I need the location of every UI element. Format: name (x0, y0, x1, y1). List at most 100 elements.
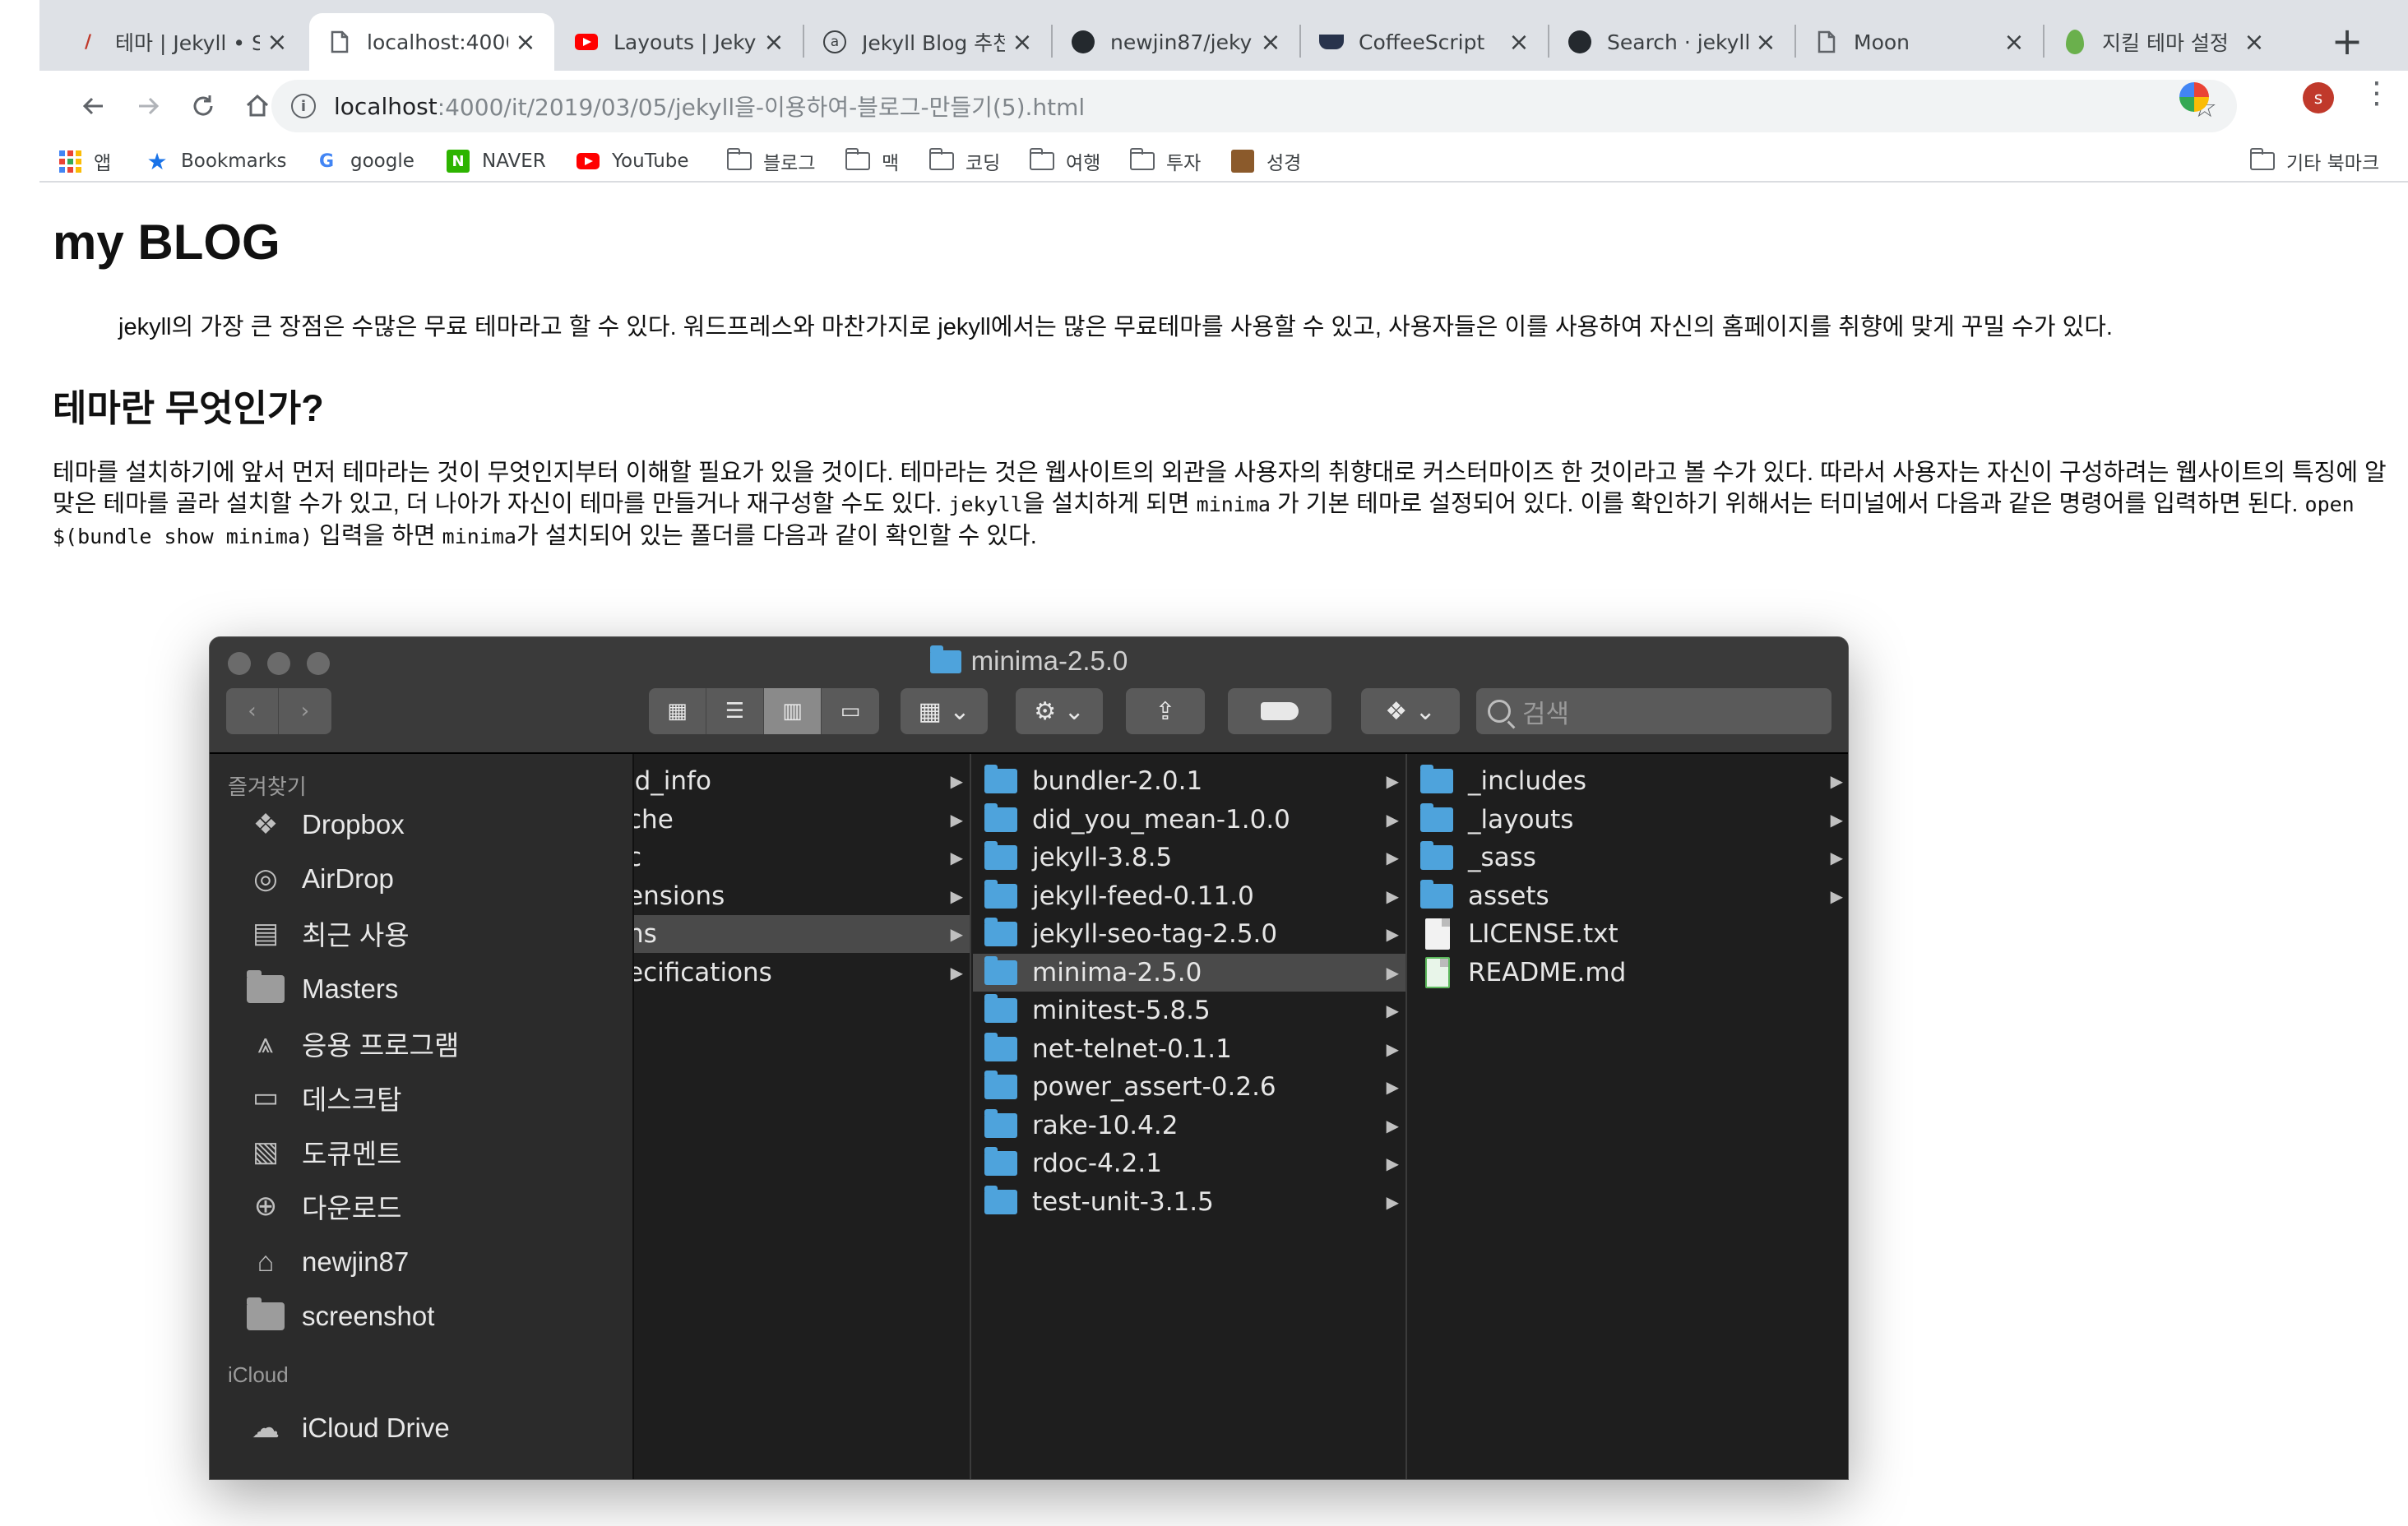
finder-row-label: power_assert-0.2.6 (1032, 1072, 1276, 1102)
finder-row-label: test-unit-3.1.5 (1032, 1186, 1214, 1217)
inline-code-minima-2: minima (442, 525, 516, 548)
youtube-icon (574, 30, 599, 54)
column-view-icon: ▥ (764, 688, 822, 734)
bookmark-folder-invest[interactable]: 투자 (1129, 146, 1201, 176)
folder-icon (845, 148, 870, 173)
close-icon[interactable]: × (1755, 28, 1776, 57)
back-button[interactable] (69, 82, 117, 130)
folder-icon (984, 1185, 1017, 1214)
documents-icon: ▧ (252, 1136, 280, 1168)
disclosure-arrow-icon: ▶ (1386, 886, 1399, 906)
a-circle-icon: a (822, 30, 847, 54)
tab-jekyll-themes[interactable]: / 테마 | Jekyll • S × (58, 13, 306, 71)
tab-title: Moon (1854, 30, 1910, 54)
bookmark-label: google (350, 150, 414, 172)
bookmark-folder-blog[interactable]: 블로그 (726, 146, 815, 176)
new-tab-button[interactable]: + (2324, 18, 2370, 64)
icon-view-icon: ▦ (649, 688, 706, 734)
bookmark-label: 성경 (1267, 153, 1302, 174)
disclosure-arrow-icon: ▶ (1386, 924, 1399, 944)
dropbox-icon: ❖ (252, 809, 279, 840)
bookmark-folder-travel[interactable]: 여행 (1029, 146, 1100, 176)
share-icon: ⇪ (1126, 688, 1205, 734)
sidebar-item-label: 도큐멘트 (302, 1139, 402, 1169)
tab-github-repo[interactable]: newjin87/jekyll × (1053, 13, 1299, 71)
github-icon (1071, 30, 1095, 54)
view-mode-buttons: ▦ ☰ ▥ ▭ (649, 688, 879, 734)
finder-row: rdoc-4.2.1 ▶ (973, 1144, 1405, 1182)
folder-icon (984, 802, 1017, 832)
disclosure-arrow-icon: ▶ (1386, 1154, 1399, 1173)
disclosure-arrow-icon: ▶ (1830, 809, 1843, 830)
bookmark-youtube[interactable]: YouTube (576, 146, 689, 176)
tab-title: CoffeeScript (1359, 30, 1485, 54)
folder-icon (984, 1032, 1017, 1061)
close-icon[interactable]: × (1260, 28, 1281, 57)
body-paragraph: 테마를 설치하기에 앞서 먼저 테마라는 것이 무엇인지부터 이해할 필요가 있… (53, 457, 2396, 553)
address-bar[interactable]: i localhost:4000/it/2019/03/05/jekyll을-이… (271, 80, 2237, 132)
tab-localhost[interactable]: localhost:4000 × (309, 13, 554, 71)
folder-icon (984, 1147, 1017, 1176)
page-icon (327, 30, 352, 54)
finder-row-label: minitest-5.8.5 (1032, 996, 1211, 1025)
finder-row: minima-2.5.0 ▶ (973, 953, 1405, 992)
icloud-heading: iCloud (228, 1362, 289, 1387)
forward-button[interactable] (125, 82, 173, 130)
finder-row: _sass ▶ (1409, 839, 1848, 876)
profile-avatar[interactable]: s (2303, 82, 2334, 113)
bookmark-bible[interactable]: 성경 (1230, 146, 1301, 176)
tab-jekyll-theme-setup[interactable]: 지킬 테마 설정 방 × (2044, 13, 2283, 71)
tab-moon[interactable]: Moon × (1796, 13, 2043, 71)
close-icon[interactable]: × (1508, 28, 1530, 57)
other-bookmarks-label: 기타 북마크 (2286, 153, 2380, 174)
finder-title-text: minima-2.5.0 (970, 645, 1128, 676)
tab-layouts[interactable]: Layouts | Jeky × (556, 13, 803, 71)
bookmark-bookmarks[interactable]: ★ Bookmarks (145, 146, 287, 176)
finder-row: jekyll-3.8.5 ▶ (973, 839, 1405, 876)
menu-dots-icon[interactable]: ⋮ (2362, 79, 2392, 109)
gallery-view-icon: ▭ (840, 699, 861, 724)
other-bookmarks[interactable]: 기타 북마크 (2249, 146, 2380, 176)
finder-row-label: README.md (1468, 957, 1627, 987)
sidebar-item-downloads: ⊕ 다운로드 (246, 1183, 402, 1229)
tab-jekyll-blog[interactable]: a Jekyll Blog 추천 × (804, 13, 1051, 71)
bookmark-folder-mac[interactable]: 맥 (845, 146, 899, 176)
finder-row-label: ld_info (634, 766, 711, 796)
bookmark-naver[interactable]: N NAVER (446, 146, 546, 176)
disclosure-arrow-icon: ▶ (1386, 848, 1399, 867)
markdown-file-icon (1425, 956, 1450, 988)
finder-row-label: bundler-2.0.1 (1032, 766, 1203, 796)
sidebar-item-label: Masters (302, 973, 399, 1004)
finder-row: _layouts ▶ (1409, 801, 1848, 839)
bookmark-label: Bookmarks (181, 150, 287, 172)
sidebar-item-label: 데스크탑 (302, 1084, 402, 1115)
info-icon[interactable]: i (291, 94, 316, 118)
tab-coffeescript[interactable]: CoffeeScript × (1301, 13, 1548, 71)
finder-row: power_assert-0.2.6 ▶ (973, 1068, 1405, 1106)
close-icon[interactable]: × (1012, 28, 1033, 57)
folder-icon (984, 765, 1017, 793)
bookmark-folder-coding[interactable]: 코딩 (928, 146, 1000, 176)
bookmark-apps[interactable]: 앱 (58, 146, 111, 176)
close-icon[interactable]: × (2244, 28, 2265, 57)
close-icon[interactable]: × (515, 28, 536, 57)
folder-icon (984, 1108, 1017, 1138)
finder-row: ns ▶ (634, 915, 970, 953)
tab-title: Jekyll Blog 추천 (862, 31, 1005, 55)
folder-icon (984, 841, 1017, 870)
site-title[interactable]: my BLOG (53, 214, 280, 271)
close-icon[interactable]: × (2003, 28, 2025, 57)
disclosure-arrow-icon: ▶ (950, 848, 963, 867)
finder-row: jekyll-feed-0.11.0 ▶ (973, 877, 1405, 915)
extension-icon[interactable] (2179, 82, 2209, 112)
bookmark-google[interactable]: G google (314, 146, 414, 176)
home-icon: ⌂ (257, 1246, 275, 1278)
close-icon[interactable]: × (763, 28, 785, 57)
finder-titlebar: minima-2.5.0 ‹ › ▦ ☰ ▥ ▭ ▦ ⌄ ⚙ ⌄ ⇪ ❖ ⌄ 검… (210, 637, 1848, 754)
coffee-icon (1319, 30, 1344, 54)
close-icon[interactable]: × (266, 28, 288, 57)
tab-search-jekyll[interactable]: Search · jekyll × (1549, 13, 1794, 71)
reload-button[interactable] (179, 82, 227, 130)
finder-column-3: _includes ▶ _layouts ▶ _sass ▶ assets ▶ LICENSE.… (1409, 754, 1848, 1479)
finder-search-field: 검색 (1476, 688, 1831, 734)
